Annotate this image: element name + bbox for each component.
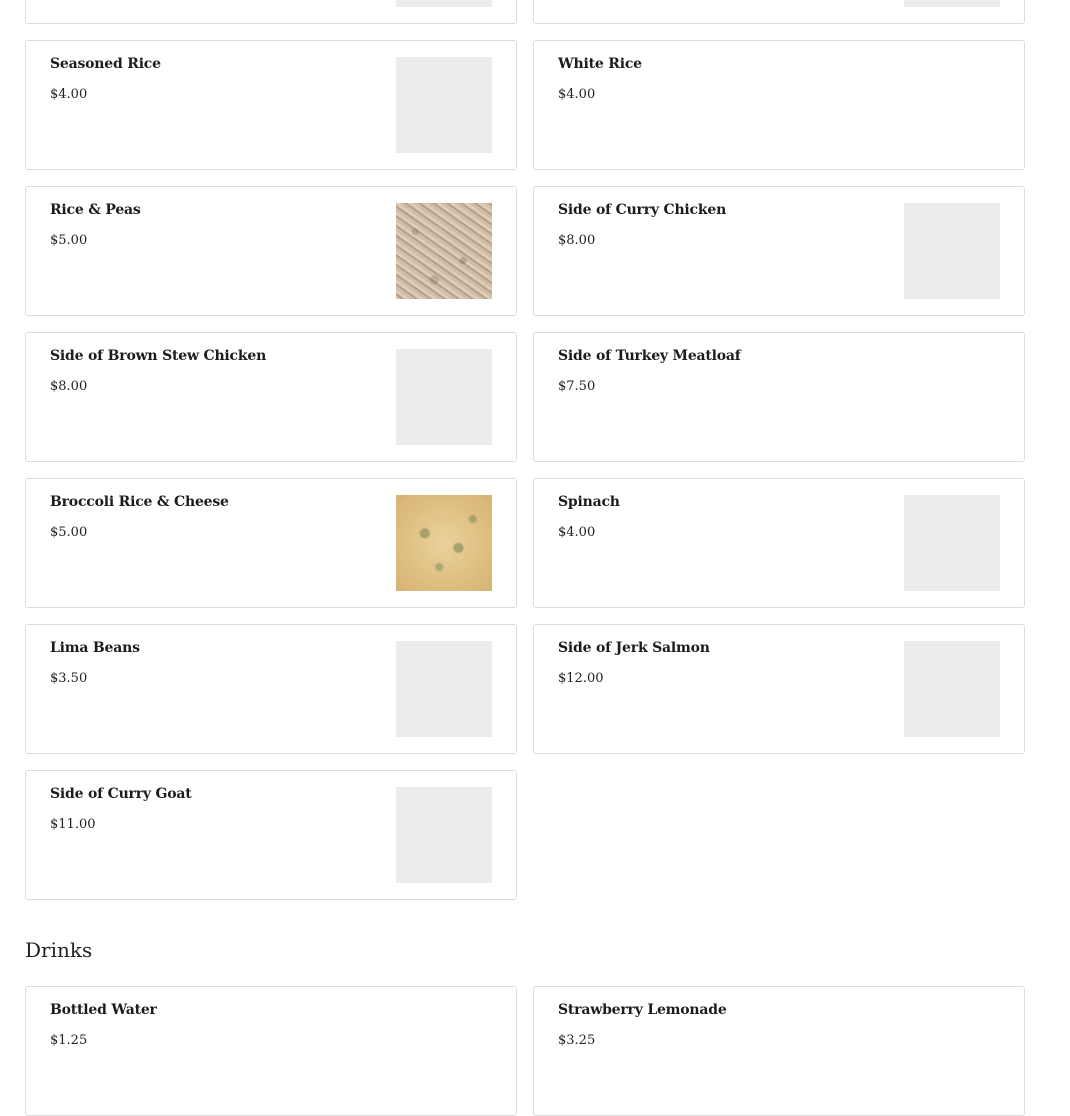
item-image-placeholder <box>904 203 1000 299</box>
item-price: $3.25 <box>558 1033 596 1048</box>
item-price: $8.00 <box>558 233 596 248</box>
item-name: Side of Curry Goat <box>50 786 192 802</box>
menu-item-rice-peas[interactable]: Rice & Peas $5.00 <box>25 186 517 316</box>
item-image-placeholder <box>904 0 1000 7</box>
item-price: $4.00 <box>558 87 596 102</box>
item-price: $12.00 <box>558 671 604 686</box>
item-image-placeholder <box>396 641 492 737</box>
item-image-placeholder <box>396 0 492 7</box>
item-name: Strawberry Lemonade <box>558 1002 727 1018</box>
menu-item-curry-chicken[interactable]: Side of Curry Chicken $8.00 <box>533 186 1025 316</box>
item-name: Side of Curry Chicken <box>558 202 727 218</box>
menu-item-seasoned-rice[interactable]: Seasoned Rice $4.00 <box>25 40 517 170</box>
menu-item-white-rice[interactable]: White Rice $4.00 <box>533 40 1025 170</box>
item-image-placeholder <box>904 495 1000 591</box>
menu-item-turkey-meatloaf[interactable]: Side of Turkey Meatloaf $7.50 <box>533 332 1025 462</box>
item-image-placeholder <box>396 57 492 153</box>
item-name: Bottled Water <box>50 1002 157 1018</box>
item-name: Seasoned Rice <box>50 56 161 72</box>
menu-item-jerk-salmon[interactable]: Side of Jerk Salmon $12.00 <box>533 624 1025 754</box>
menu-item-brown-stew-chicken[interactable]: Side of Brown Stew Chicken $8.00 <box>25 332 517 462</box>
item-price: $11.00 <box>50 817 96 832</box>
item-price: $8.00 <box>50 379 88 394</box>
menu-item-curry-goat[interactable]: Side of Curry Goat $11.00 <box>25 770 517 900</box>
menu-item-spinach[interactable]: Spinach $4.00 <box>533 478 1025 608</box>
menu-item-lima-beans[interactable]: Lima Beans $3.50 <box>25 624 517 754</box>
item-name: Spinach <box>558 494 620 510</box>
item-price: $5.00 <box>50 233 88 248</box>
item-name: Lima Beans <box>50 640 140 656</box>
item-name: Side of Jerk Salmon <box>558 640 710 656</box>
item-photo <box>396 203 492 299</box>
item-name: White Rice <box>558 56 642 72</box>
menu-item-card-partial-right[interactable] <box>533 0 1025 24</box>
item-name: Broccoli Rice & Cheese <box>50 494 229 510</box>
item-photo <box>396 495 492 591</box>
item-name: Side of Brown Stew Chicken <box>50 348 267 364</box>
item-name: Rice & Peas <box>50 202 141 218</box>
item-price: $3.50 <box>50 671 88 686</box>
item-image-placeholder <box>396 349 492 445</box>
menu-item-broccoli-rice-cheese[interactable]: Broccoli Rice & Cheese $5.00 <box>25 478 517 608</box>
menu-item-bottled-water[interactable]: Bottled Water $1.25 <box>25 986 517 1116</box>
item-image-placeholder <box>396 787 492 883</box>
item-price: $1.25 <box>50 1033 88 1048</box>
item-price: $4.00 <box>50 87 88 102</box>
menu-item-strawberry-lemonade[interactable]: Strawberry Lemonade $3.25 <box>533 986 1025 1116</box>
item-name: Side of Turkey Meatloaf <box>558 348 741 364</box>
menu-item-card-partial-left[interactable] <box>25 0 517 24</box>
section-title-drinks: Drinks <box>25 938 93 962</box>
item-image-placeholder <box>904 641 1000 737</box>
item-price: $7.50 <box>558 379 596 394</box>
item-price: $5.00 <box>50 525 88 540</box>
item-price: $4.00 <box>558 525 596 540</box>
